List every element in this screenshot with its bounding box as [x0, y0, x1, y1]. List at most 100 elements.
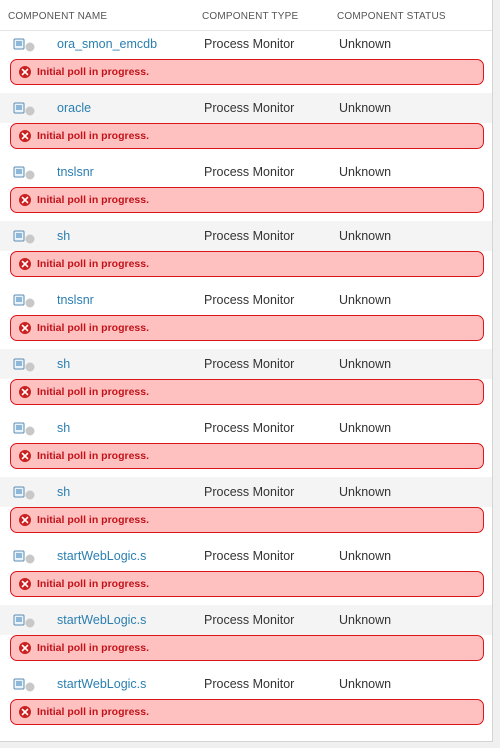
error-message: Initial poll in progress.: [10, 123, 484, 149]
table-row: tnslsnr Process Monitor Unknown Initial …: [0, 285, 492, 349]
process-monitor-icon: [13, 294, 37, 308]
component-status: Unknown: [339, 677, 392, 691]
error-x-icon: [19, 258, 31, 270]
process-monitor-icon: [13, 678, 37, 692]
component-type: Process Monitor: [204, 677, 295, 691]
error-message-text: Initial poll in progress.: [37, 450, 150, 462]
process-monitor-icon: [13, 486, 37, 500]
component-line: sh Process Monitor Unknown: [0, 413, 492, 443]
process-monitor-icon: [13, 614, 37, 628]
component-line: oracle Process Monitor Unknown: [0, 93, 492, 123]
component-type: Process Monitor: [204, 37, 295, 51]
table-row: oracle Process Monitor Unknown Initial p…: [0, 93, 492, 157]
error-x-icon: [19, 706, 31, 718]
error-message: Initial poll in progress.: [10, 635, 484, 661]
process-monitor-icon: [13, 38, 37, 52]
component-status: Unknown: [339, 37, 392, 51]
component-name-link[interactable]: ora_smon_emcdb: [57, 37, 157, 51]
table-row: sh Process Monitor Unknown Initial poll …: [0, 477, 492, 541]
component-type: Process Monitor: [204, 165, 295, 179]
error-x-icon: [19, 578, 31, 590]
column-header-name[interactable]: COMPONENT NAME: [8, 11, 107, 22]
component-status: Unknown: [339, 357, 392, 371]
column-header-type[interactable]: COMPONENT TYPE: [202, 11, 298, 22]
error-message-text: Initial poll in progress.: [37, 578, 150, 590]
process-monitor-icon: [13, 550, 37, 564]
table-body: ora_smon_emcdb Process Monitor Unknown I…: [0, 29, 492, 733]
component-line: sh Process Monitor Unknown: [0, 221, 492, 251]
error-message: Initial poll in progress.: [10, 315, 484, 341]
component-line: tnslsnr Process Monitor Unknown: [0, 157, 492, 187]
error-x-icon: [19, 514, 31, 526]
column-header-status[interactable]: COMPONENT STATUS: [337, 11, 446, 22]
error-x-icon: [19, 642, 31, 654]
component-status: Unknown: [339, 421, 392, 435]
table-row: sh Process Monitor Unknown Initial poll …: [0, 221, 492, 285]
error-message-text: Initial poll in progress.: [37, 322, 150, 334]
error-x-icon: [19, 194, 31, 206]
component-type: Process Monitor: [204, 421, 295, 435]
error-x-icon: [19, 450, 31, 462]
component-line: sh Process Monitor Unknown: [0, 349, 492, 379]
table-header: COMPONENT NAME COMPONENT TYPE COMPONENT …: [0, 0, 492, 31]
component-status: Unknown: [339, 165, 392, 179]
error-message-text: Initial poll in progress.: [37, 66, 150, 78]
table-row: startWebLogic.s Process Monitor Unknown …: [0, 605, 492, 669]
component-line: startWebLogic.s Process Monitor Unknown: [0, 669, 492, 699]
error-x-icon: [19, 66, 31, 78]
error-x-icon: [19, 322, 31, 334]
component-status: Unknown: [339, 549, 392, 563]
component-name-link[interactable]: startWebLogic.s: [57, 613, 146, 627]
component-name-link[interactable]: sh: [57, 229, 70, 243]
process-monitor-icon: [13, 230, 37, 244]
component-type: Process Monitor: [204, 293, 295, 307]
process-monitor-icon: [13, 422, 37, 436]
error-message-text: Initial poll in progress.: [37, 642, 150, 654]
error-message: Initial poll in progress.: [10, 59, 484, 85]
component-name-link[interactable]: startWebLogic.s: [57, 549, 146, 563]
process-monitor-icon: [13, 166, 37, 180]
error-x-icon: [19, 386, 31, 398]
component-type: Process Monitor: [204, 549, 295, 563]
component-name-link[interactable]: startWebLogic.s: [57, 677, 146, 691]
table-row: sh Process Monitor Unknown Initial poll …: [0, 413, 492, 477]
component-line: sh Process Monitor Unknown: [0, 477, 492, 507]
component-type: Process Monitor: [204, 101, 295, 115]
process-monitor-icon: [13, 358, 37, 372]
component-line: ora_smon_emcdb Process Monitor Unknown: [0, 29, 492, 59]
error-message-text: Initial poll in progress.: [37, 386, 150, 398]
component-line: startWebLogic.s Process Monitor Unknown: [0, 605, 492, 635]
table-row: sh Process Monitor Unknown Initial poll …: [0, 349, 492, 413]
table-row: ora_smon_emcdb Process Monitor Unknown I…: [0, 29, 492, 93]
error-message-text: Initial poll in progress.: [37, 130, 150, 142]
error-message: Initial poll in progress.: [10, 571, 484, 597]
error-message-text: Initial poll in progress.: [37, 258, 150, 270]
process-monitor-icon: [13, 102, 37, 116]
error-message-text: Initial poll in progress.: [37, 194, 150, 206]
error-message: Initial poll in progress.: [10, 187, 484, 213]
error-message: Initial poll in progress.: [10, 699, 484, 725]
component-type: Process Monitor: [204, 485, 295, 499]
component-name-link[interactable]: tnslsnr: [57, 293, 94, 307]
component-type: Process Monitor: [204, 357, 295, 371]
error-message-text: Initial poll in progress.: [37, 706, 150, 718]
table-row: startWebLogic.s Process Monitor Unknown …: [0, 669, 492, 733]
component-line: tnslsnr Process Monitor Unknown: [0, 285, 492, 315]
component-table: COMPONENT NAME COMPONENT TYPE COMPONENT …: [0, 0, 493, 742]
component-name-link[interactable]: sh: [57, 357, 70, 371]
component-name-link[interactable]: oracle: [57, 101, 91, 115]
component-name-link[interactable]: tnslsnr: [57, 165, 94, 179]
component-type: Process Monitor: [204, 613, 295, 627]
table-row: tnslsnr Process Monitor Unknown Initial …: [0, 157, 492, 221]
error-x-icon: [19, 130, 31, 142]
component-name-link[interactable]: sh: [57, 485, 70, 499]
table-row: startWebLogic.s Process Monitor Unknown …: [0, 541, 492, 605]
error-message: Initial poll in progress.: [10, 443, 484, 469]
component-status: Unknown: [339, 293, 392, 307]
component-name-link[interactable]: sh: [57, 421, 70, 435]
component-type: Process Monitor: [204, 229, 295, 243]
error-message: Initial poll in progress.: [10, 379, 484, 405]
component-status: Unknown: [339, 613, 392, 627]
error-message-text: Initial poll in progress.: [37, 514, 150, 526]
component-line: startWebLogic.s Process Monitor Unknown: [0, 541, 492, 571]
